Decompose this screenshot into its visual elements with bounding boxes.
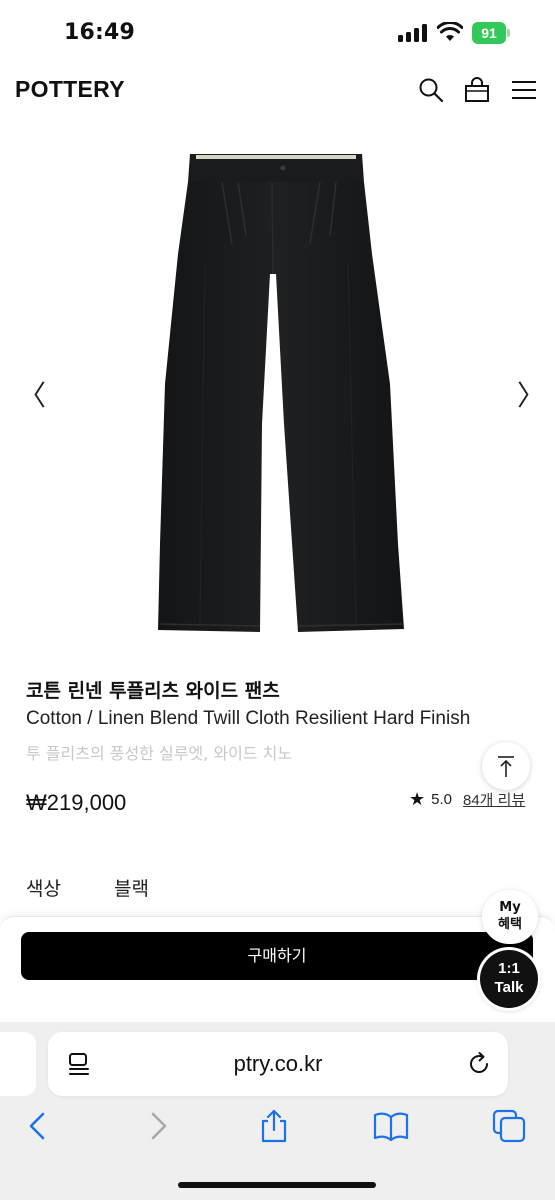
carousel-prev-arrow[interactable]: 〈 [18,380,46,412]
home-indicator [178,1182,376,1188]
color-option-label: 색상 [26,878,61,900]
search-icon[interactable] [417,76,445,104]
color-option-value[interactable]: 블랙 [114,874,149,901]
rating-score: 5.0 [431,791,452,808]
bookmarks-icon[interactable] [373,1108,409,1144]
my-benefit-button[interactable]: My 혜택 [482,890,538,944]
carousel-next-arrow[interactable]: 〉 [517,380,545,412]
product-rating: ★ 5.0 84개 리뷰 [409,789,525,810]
forward-icon[interactable] [140,1108,176,1144]
battery-icon: 91 [472,22,510,44]
site-header: POTTERY [0,68,555,114]
arrow-up-icon [498,756,514,777]
status-time: 16:49 [64,20,136,45]
cellular-signal-icon [398,24,428,42]
wifi-icon [437,22,463,41]
product-image[interactable] [0,124,555,664]
previous-tab-peek[interactable] [0,1032,36,1096]
product-price: ₩219,000 [26,790,127,815]
talk-line2: Talk [494,979,524,996]
product-description: 투 플리츠의 풍성한 실루엣, 와이드 치노 [26,744,293,763]
star-icon: ★ [409,789,426,809]
product-title-korean: 코튼 린넨 투플리츠 와이드 팬츠 [26,680,280,702]
talk-chat-button[interactable]: 1:1 Talk [480,950,538,1008]
buy-button[interactable]: 구매하기 [21,932,533,980]
share-icon[interactable] [256,1108,292,1144]
my-benefit-line1: My [499,900,521,915]
tabs-icon[interactable] [491,1108,527,1144]
status-bar: 16:49 91 [0,0,555,68]
brand-logo[interactable]: POTTERY [15,76,125,103]
address-bar[interactable]: ptry.co.kr [48,1032,508,1096]
reload-icon[interactable] [466,1051,492,1077]
url-text[interactable]: ptry.co.kr [48,1051,508,1077]
shopping-bag-icon[interactable] [463,76,491,104]
battery-level: 91 [472,22,506,44]
scroll-to-top-button[interactable] [482,742,530,790]
product-title-english: Cotton / Linen Blend Twill Cloth Resilie… [26,708,471,729]
menu-icon[interactable] [510,76,538,104]
back-icon[interactable] [20,1108,56,1144]
my-benefit-line2: 혜택 [498,917,522,932]
talk-line1: 1:1 [498,960,520,977]
review-count-link[interactable]: 84개 리뷰 [463,789,525,810]
